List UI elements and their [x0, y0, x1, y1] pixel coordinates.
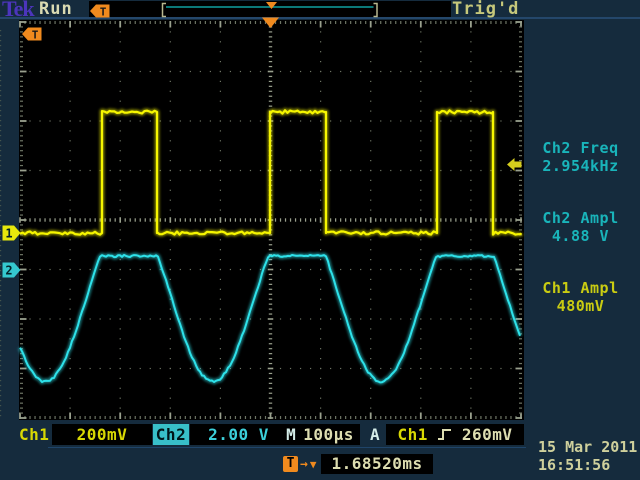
acquisition-status: Run	[39, 0, 73, 19]
trigger-source: Ch1	[397, 424, 427, 445]
timebase-value: 100µs	[303, 424, 354, 445]
tek-logo: Tek	[2, 0, 34, 22]
readout-ch2-ampl: Ch2 Ampl 4.88 V	[521, 210, 640, 245]
ch1-trace	[20, 110, 521, 234]
ch2-trace	[20, 255, 520, 383]
ch1-label: Ch1	[19, 424, 49, 445]
ch2-label-chip: Ch2	[153, 424, 189, 445]
trigger-mode-label: A	[370, 424, 380, 445]
trigger-settings-readout: Ch1 260mV	[386, 424, 524, 445]
graticule-trigger-t-flag-icon	[22, 28, 42, 41]
topbar-divider	[0, 17, 640, 19]
ch2-ground-marker-icon	[3, 263, 21, 278]
ch1-trace-glow	[20, 110, 521, 234]
trigger-position-marker-icon	[262, 18, 279, 29]
ch2-scale-readout: 2.00 V	[190, 424, 287, 445]
acquisition-bar	[89, 1, 451, 17]
ch2-trace-glow	[20, 255, 520, 383]
readout-label: Ch2 Freq	[521, 140, 640, 158]
rising-edge-icon	[437, 427, 453, 442]
date-label: 15 Mar 2011	[538, 438, 638, 456]
ch1-scale-readout: 200mV	[52, 424, 152, 445]
readout-value: 2.954kHz	[521, 158, 640, 176]
timebase-label: M	[286, 424, 296, 445]
trigger-time-readout: T → ▼ 1.68520ms	[283, 454, 433, 474]
graticule-background	[19, 20, 524, 420]
trigger-level-arrow-icon	[507, 158, 522, 171]
trigger-t-chip-icon: T	[283, 456, 298, 472]
timebase-readout: M 100µs	[280, 424, 360, 445]
ch1-ground-marker-icon	[3, 226, 21, 241]
readout-ch1-ampl: Ch1 Ampl 480mV	[521, 280, 640, 315]
readout-label: Ch1 Ampl	[521, 280, 640, 298]
graticule-trigger-t-flag-icon-label: T	[32, 29, 39, 42]
trigger-level-value: 260mV	[462, 424, 513, 445]
datetime-readout: 15 Mar 2011 16:51:56	[538, 438, 638, 474]
down-triangle-icon: ▼	[310, 458, 317, 471]
right-arrow-icon: →	[300, 457, 308, 472]
readout-ch2-freq: Ch2 Freq 2.954kHz	[521, 140, 640, 175]
ch2-ground-marker-icon-label: 2	[5, 264, 12, 278]
ch1-ground-marker-icon-label: 1	[5, 227, 12, 241]
time-label: 16:51:56	[538, 456, 638, 474]
readout-label: Ch2 Ampl	[521, 210, 640, 228]
trigger-time-value: 1.68520ms	[321, 454, 432, 474]
readout-value: 4.88 V	[521, 228, 640, 246]
readout-value: 480mV	[521, 298, 640, 316]
trigger-status: Trig'd	[452, 0, 519, 19]
oscilloscope-screen: T T 1 2 Tek Run Trig'd Ch2 Freq 2.954kHz Ch…	[0, 0, 640, 480]
bottombar-divider	[48, 447, 526, 449]
